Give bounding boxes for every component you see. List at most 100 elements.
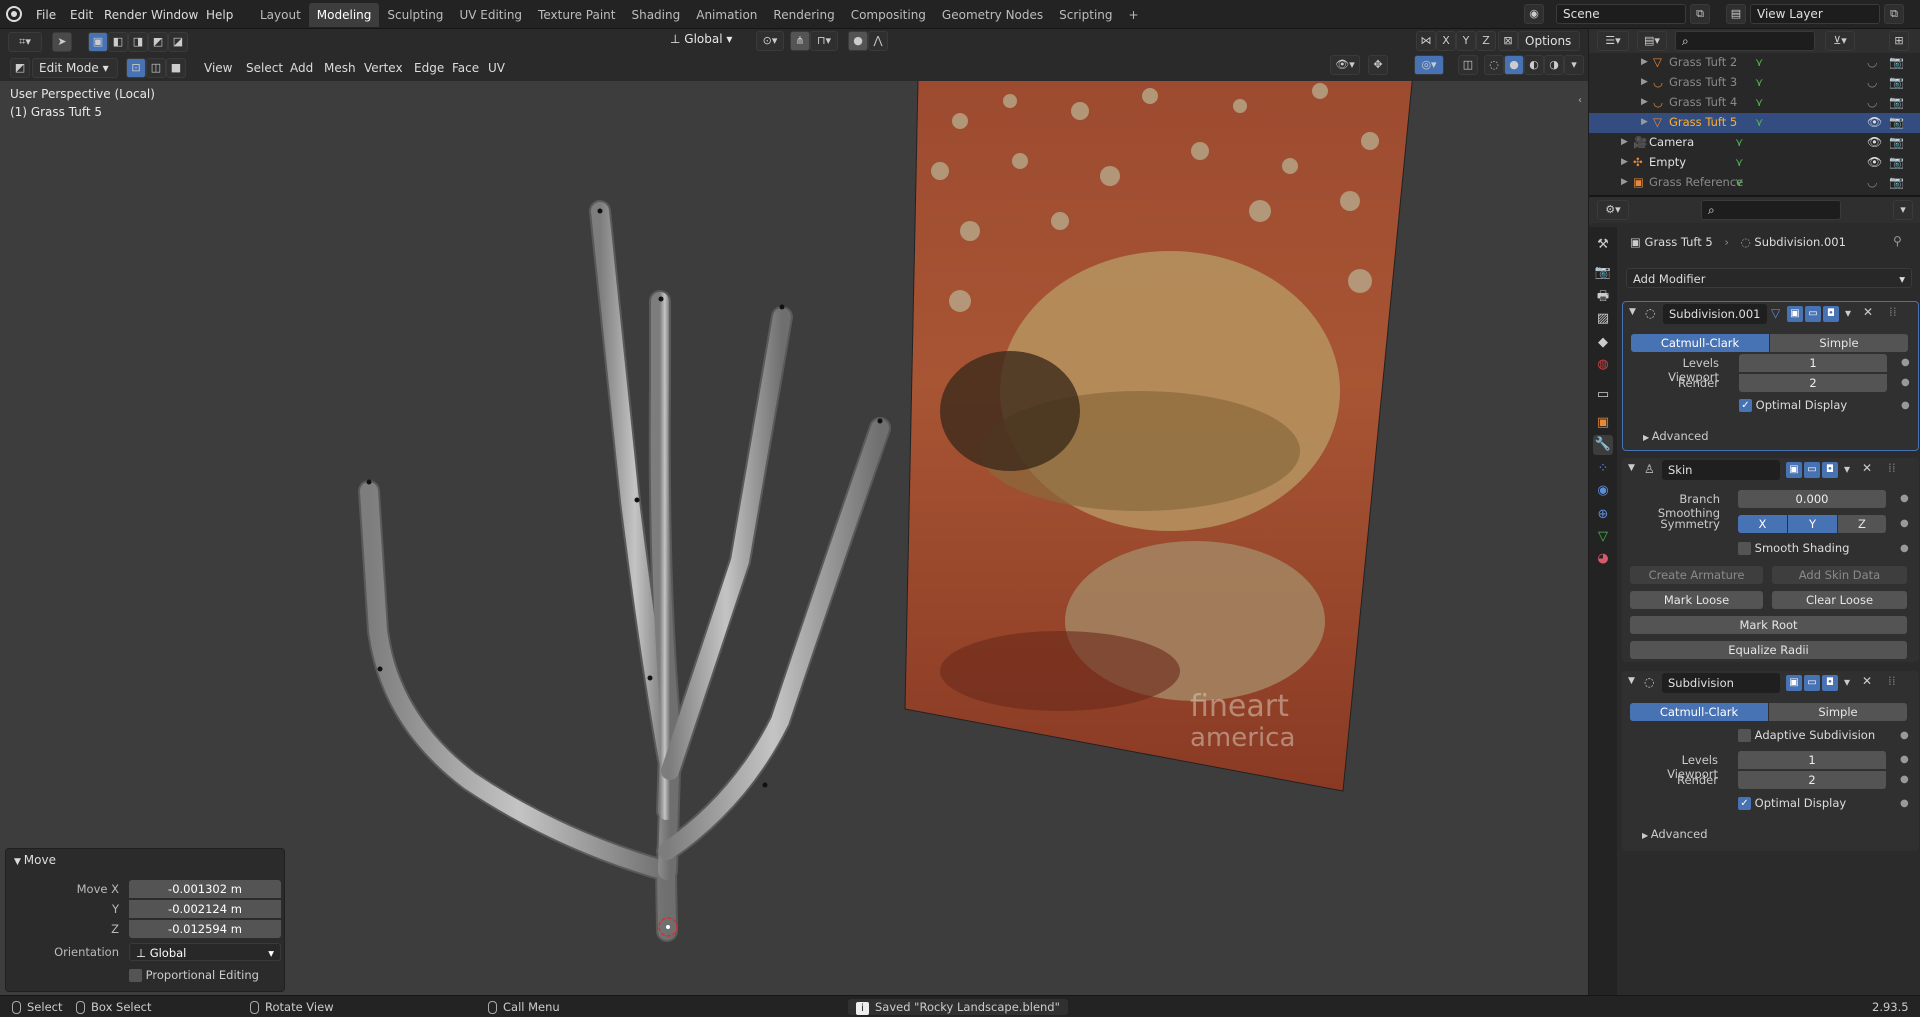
object-tab-icon[interactable]: ▣ bbox=[1593, 413, 1613, 433]
outliner-row-label[interactable]: Grass Tuft 4 bbox=[1669, 95, 1737, 109]
menu-file[interactable]: File bbox=[30, 5, 62, 25]
rendered-shading-icon[interactable]: ◑ bbox=[1544, 55, 1564, 75]
optimal-display-checkbox[interactable]: ✓ Optimal Display bbox=[1738, 796, 1846, 810]
options-dropdown[interactable]: Options ▾ bbox=[1518, 31, 1580, 66]
viewport-toggle-icon[interactable]: ▭ bbox=[1804, 675, 1820, 691]
advanced-subpanel-toggle[interactable]: ▶ Advanced bbox=[1642, 827, 1708, 841]
face-select-icon[interactable]: ■ bbox=[166, 58, 186, 78]
outliner-editor-icon[interactable]: ☰▾ bbox=[1597, 31, 1629, 51]
edit-mode-toggle-icon[interactable]: ▣ bbox=[1786, 462, 1802, 478]
outliner-row-label[interactable]: Empty bbox=[1649, 155, 1686, 169]
auto-merge-icon[interactable]: ⊠ bbox=[1498, 31, 1518, 51]
branch-smoothing-field[interactable]: 0.000 bbox=[1738, 490, 1886, 508]
view-layer-tab-icon[interactable]: ▨ bbox=[1593, 309, 1613, 329]
visibility-eye-icon[interactable]: 👁 bbox=[1867, 115, 1882, 129]
catmull-clark-toggle[interactable]: Catmull-Clark bbox=[1630, 703, 1768, 721]
menu-help[interactable]: Help bbox=[200, 5, 239, 25]
scene-icon[interactable]: ◉ bbox=[1524, 4, 1544, 24]
menu-mesh[interactable]: Mesh bbox=[318, 58, 362, 78]
orientation-dropdown-redo[interactable]: ⊥ Global ▾ bbox=[129, 943, 281, 961]
outliner-row-label[interactable]: Grass Reference bbox=[1649, 175, 1743, 189]
scene-tab-icon[interactable]: ◆ bbox=[1593, 333, 1613, 353]
tab-compositing[interactable]: Compositing bbox=[843, 3, 934, 27]
panel-collapse-icon[interactable]: ▼ bbox=[1628, 676, 1635, 686]
curve-data-icon[interactable]: ⋎ bbox=[1755, 95, 1763, 109]
render-toggle-icon[interactable]: ◘ bbox=[1823, 306, 1839, 322]
mirror-icon[interactable]: ⋈ bbox=[1416, 31, 1436, 51]
material-shading-icon[interactable]: ◐ bbox=[1524, 55, 1544, 75]
edit-mode-icon[interactable]: ◩ bbox=[10, 58, 30, 78]
keyframe-dot-icon[interactable]: ● bbox=[1901, 400, 1910, 411]
tab-layout[interactable]: Layout bbox=[252, 3, 309, 27]
solid-shading-icon[interactable]: ● bbox=[1504, 55, 1524, 75]
output-tab-icon[interactable]: 🖶 bbox=[1593, 287, 1613, 307]
render-levels-field[interactable]: 2 bbox=[1738, 771, 1886, 789]
outliner-row-grass-reference[interactable]: ▶ ▣ Grass Reference ⋎ ◡ 📷 bbox=[1589, 173, 1920, 193]
optimal-display-checkbox[interactable]: ✓ Optimal Display bbox=[1739, 398, 1847, 412]
wireframe-shading-icon[interactable]: ◌ bbox=[1484, 55, 1504, 75]
editor-type-icon[interactable]: ⌗▾ bbox=[8, 32, 42, 52]
chevron-down-icon[interactable]: ▾ bbox=[1844, 462, 1850, 476]
select-intersect-icon[interactable]: ◪ bbox=[168, 32, 188, 52]
render-tab-icon[interactable]: 📷 bbox=[1593, 263, 1613, 283]
keyframe-dot-icon[interactable]: ● bbox=[1900, 754, 1909, 765]
outliner-row-label[interactable]: Grass Tuft 3 bbox=[1669, 75, 1737, 89]
mark-loose-button[interactable]: Mark Loose bbox=[1630, 591, 1763, 609]
outliner-row-label[interactable]: Grass Tuft 5 bbox=[1669, 115, 1737, 129]
shading-options-icon[interactable]: ▾ bbox=[1564, 55, 1584, 75]
keyframe-dot-icon[interactable]: ● bbox=[1900, 798, 1909, 809]
move-z-field[interactable]: -0.012594 m bbox=[129, 920, 281, 938]
transform-orientation-dropdown[interactable]: ⊥ Global ▾ bbox=[670, 32, 760, 52]
add-workspace-button[interactable]: + bbox=[1121, 3, 1143, 27]
outliner-search-input[interactable]: ⌕ bbox=[1675, 31, 1815, 51]
expand-triangle-icon[interactable]: ▶ bbox=[1641, 97, 1648, 107]
render-levels-field[interactable]: 2 bbox=[1739, 374, 1887, 392]
filter-icon[interactable]: ⊻▾ bbox=[1825, 31, 1855, 51]
snap-icon[interactable]: ⋔ bbox=[790, 31, 810, 51]
menu-add[interactable]: Add bbox=[284, 58, 319, 78]
render-camera-icon[interactable]: 📷 bbox=[1889, 55, 1904, 69]
render-camera-icon[interactable]: 📷 bbox=[1889, 75, 1904, 89]
outliner-row-grass-tuft-4[interactable]: ▶ ◡ Grass Tuft 4 ⋎ ◡ 📷 bbox=[1589, 93, 1920, 113]
new-collection-icon[interactable]: ⊞ bbox=[1889, 31, 1909, 51]
display-mode-icon[interactable]: ▤▾ bbox=[1637, 31, 1667, 51]
reference-image-plane[interactable]: fineart america bbox=[904, 81, 1415, 792]
subdivision-001-name-field[interactable]: Subdivision.001 bbox=[1663, 304, 1767, 324]
visibility-dropdown-icon[interactable]: 👁▾ bbox=[1330, 55, 1360, 75]
select-tool-icon[interactable]: ➤ bbox=[52, 32, 72, 52]
grass-tuft-mesh[interactable] bbox=[358, 200, 891, 942]
outliner-row-grass-tuft-5[interactable]: ▶ ▽ Grass Tuft 5 ⋎ 👁 📷 bbox=[1589, 113, 1920, 133]
gizmo-icon[interactable]: ✥ bbox=[1368, 55, 1388, 75]
select-box-mode-icon[interactable]: ▣ bbox=[88, 32, 108, 52]
axis-y-toggle[interactable]: Y bbox=[1456, 31, 1476, 51]
chevron-down-icon[interactable]: ▾ bbox=[1845, 306, 1851, 320]
properties-search-input[interactable]: ⌕ bbox=[1701, 200, 1841, 220]
render-camera-icon[interactable]: 📷 bbox=[1889, 175, 1904, 189]
drag-handle-icon[interactable]: ⁞⁞ bbox=[1888, 674, 1896, 688]
mesh-data-icon[interactable]: ⋎ bbox=[1755, 55, 1763, 69]
remove-modifier-icon[interactable]: ✕ bbox=[1863, 305, 1873, 319]
keyframe-dot-icon[interactable]: ● bbox=[1901, 357, 1910, 368]
camera-data-icon[interactable]: ⋎ bbox=[1735, 135, 1743, 149]
axis-z-toggle[interactable]: Z bbox=[1476, 31, 1496, 51]
keyframe-dot-icon[interactable]: ● bbox=[1900, 543, 1909, 554]
outliner-row-empty[interactable]: ▶ ✣ Empty ⋎ 👁 📷 bbox=[1589, 153, 1920, 173]
collection-tab-icon[interactable]: ▭ bbox=[1593, 385, 1613, 405]
expand-triangle-icon[interactable]: ▶ bbox=[1641, 117, 1648, 127]
material-tab-icon[interactable]: ◕ bbox=[1593, 549, 1613, 569]
render-camera-icon[interactable]: 📷 bbox=[1889, 95, 1904, 109]
symmetry-x-toggle[interactable]: X bbox=[1738, 515, 1787, 533]
tab-uv-editing[interactable]: UV Editing bbox=[451, 3, 530, 27]
tab-scripting[interactable]: Scripting bbox=[1051, 3, 1120, 27]
tab-geometry-nodes[interactable]: Geometry Nodes bbox=[934, 3, 1051, 27]
select-extend-icon[interactable]: ◧ bbox=[108, 32, 128, 52]
pivot-point-icon[interactable]: ⊙▾ bbox=[756, 31, 784, 51]
modifier-tab-icon[interactable]: 🔧 bbox=[1593, 435, 1613, 455]
scene-copy-icon[interactable]: ⧉ bbox=[1690, 4, 1710, 24]
expand-triangle-icon[interactable]: ▶ bbox=[1621, 177, 1628, 187]
on-cage-icon[interactable]: ▽ bbox=[1771, 306, 1780, 320]
world-tab-icon[interactable]: ◍ bbox=[1593, 355, 1613, 375]
xray-icon[interactable]: ◫ bbox=[1458, 55, 1478, 75]
visibility-hidden-icon[interactable]: ◡ bbox=[1867, 95, 1877, 109]
mark-root-button[interactable]: Mark Root bbox=[1630, 616, 1907, 634]
